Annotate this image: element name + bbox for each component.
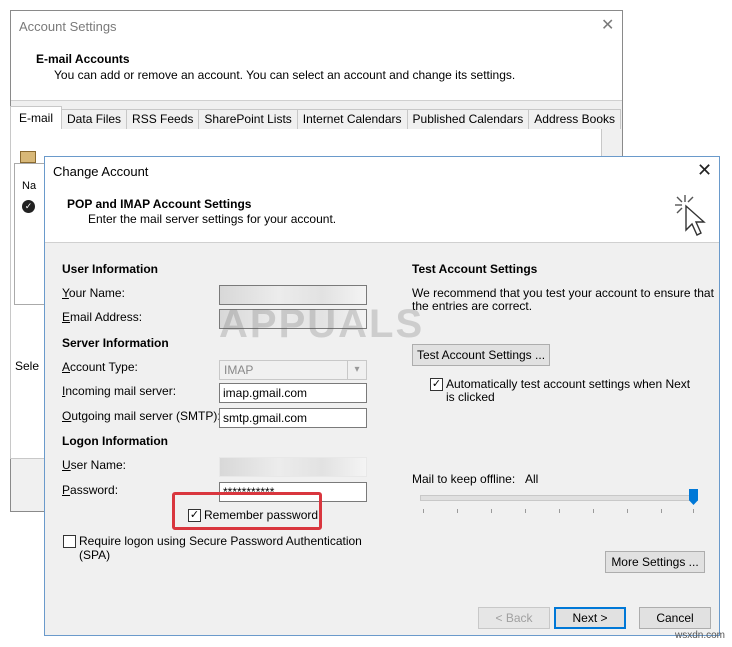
incoming-server-input[interactable]: imap.gmail.com — [219, 383, 367, 403]
cursor-sparkle-icon — [675, 195, 706, 236]
incoming-server-label: Incoming mail server: — [62, 384, 177, 398]
slider-tick — [491, 509, 492, 513]
close-icon[interactable]: ✕ — [601, 15, 614, 35]
spa-label-line2: (SPA) — [79, 548, 111, 562]
your-name-label: Your Name: — [62, 286, 125, 300]
pop-imap-description: Enter the mail server settings for your … — [88, 212, 337, 226]
outgoing-server-input[interactable]: smtp.gmail.com — [219, 408, 367, 428]
auto-test-label-line2: is clicked — [446, 390, 495, 404]
slider-tick — [593, 509, 594, 513]
email-accounts-description: You can add or remove an account. You ca… — [54, 68, 516, 82]
tab-internet-calendars[interactable]: Internet Calendars — [296, 109, 408, 129]
tab-address-books[interactable]: Address Books — [528, 109, 621, 129]
offline-value: All — [525, 472, 539, 486]
logon-information-heading: Logon Information — [62, 434, 168, 448]
auto-test-checkbox[interactable]: ✓ — [430, 378, 443, 391]
username-input[interactable] — [219, 457, 367, 477]
dialog-title: Change Account — [53, 164, 149, 179]
remember-password-label: Remember password — [204, 508, 319, 522]
outgoing-server-label: Outgoing mail server (SMTP): — [62, 409, 221, 423]
tab-data-files[interactable]: Data Files — [61, 109, 128, 129]
back-button[interactable]: < Back — [478, 607, 550, 629]
change-account-dialog: Change Account ✕ POP and IMAP Account Se… — [44, 156, 720, 636]
test-description-line2: the entries are correct. — [412, 299, 533, 313]
username-label: User Name: — [62, 458, 127, 472]
slider-tick — [525, 509, 526, 513]
spa-label-line1: Require logon using Secure Password Auth… — [79, 534, 362, 548]
tab-sharepoint-lists[interactable]: SharePoint Lists — [198, 109, 298, 129]
server-information-heading: Server Information — [62, 336, 169, 350]
account-list-header: Na — [22, 180, 37, 192]
user-information-heading: User Information — [62, 262, 159, 276]
source-watermark: wsxdn.com — [675, 630, 726, 641]
selected-account-text: Sele — [15, 359, 40, 373]
slider-tick — [627, 509, 628, 513]
chevron-down-icon[interactable]: ▾ — [347, 361, 366, 379]
slider-tick — [457, 509, 458, 513]
slider-tick — [661, 509, 662, 513]
email-address-label: Email Address: — [62, 310, 143, 324]
tab-rss-feeds[interactable]: RSS Feeds — [126, 109, 200, 129]
appuals-watermark: APPUALS — [219, 302, 425, 346]
auto-test-label-line1: Automatically test account settings when… — [446, 377, 691, 391]
next-button[interactable]: Next > — [554, 607, 626, 629]
password-label: Password: — [62, 483, 119, 497]
cancel-button[interactable]: Cancel — [639, 607, 711, 629]
default-account-check-icon: ✓ — [22, 200, 35, 213]
email-accounts-heading: E-mail Accounts — [36, 52, 130, 66]
new-account-icon[interactable] — [20, 151, 36, 163]
test-description-line1: We recommend that you test your account … — [412, 286, 714, 300]
account-type-select[interactable]: IMAP — [219, 360, 367, 380]
test-account-settings-button[interactable]: Test Account Settings ... — [412, 344, 550, 366]
offline-slider-thumb[interactable] — [689, 489, 698, 505]
tab-email[interactable]: E-mail — [10, 106, 63, 129]
tab-published-calendars[interactable]: Published Calendars — [406, 109, 530, 129]
offline-label: Mail to keep offline: — [412, 472, 516, 486]
remember-password-checkbox[interactable]: ✓ — [188, 509, 201, 522]
offline-slider-track[interactable] — [420, 495, 698, 501]
account-settings-tabs: E-mail Data Files RSS Feeds SharePoint L… — [10, 106, 621, 129]
spa-checkbox[interactable] — [63, 535, 76, 548]
test-account-heading: Test Account Settings — [412, 262, 538, 276]
slider-tick — [559, 509, 560, 513]
account-type-label: Account Type: — [62, 360, 138, 374]
pop-imap-heading: POP and IMAP Account Settings — [67, 197, 252, 211]
slider-tick — [693, 509, 694, 513]
account-settings-title: Account Settings — [19, 19, 117, 34]
close-icon[interactable]: ✕ — [697, 160, 712, 181]
slider-tick — [423, 509, 424, 513]
more-settings-button[interactable]: More Settings ... — [605, 551, 705, 573]
